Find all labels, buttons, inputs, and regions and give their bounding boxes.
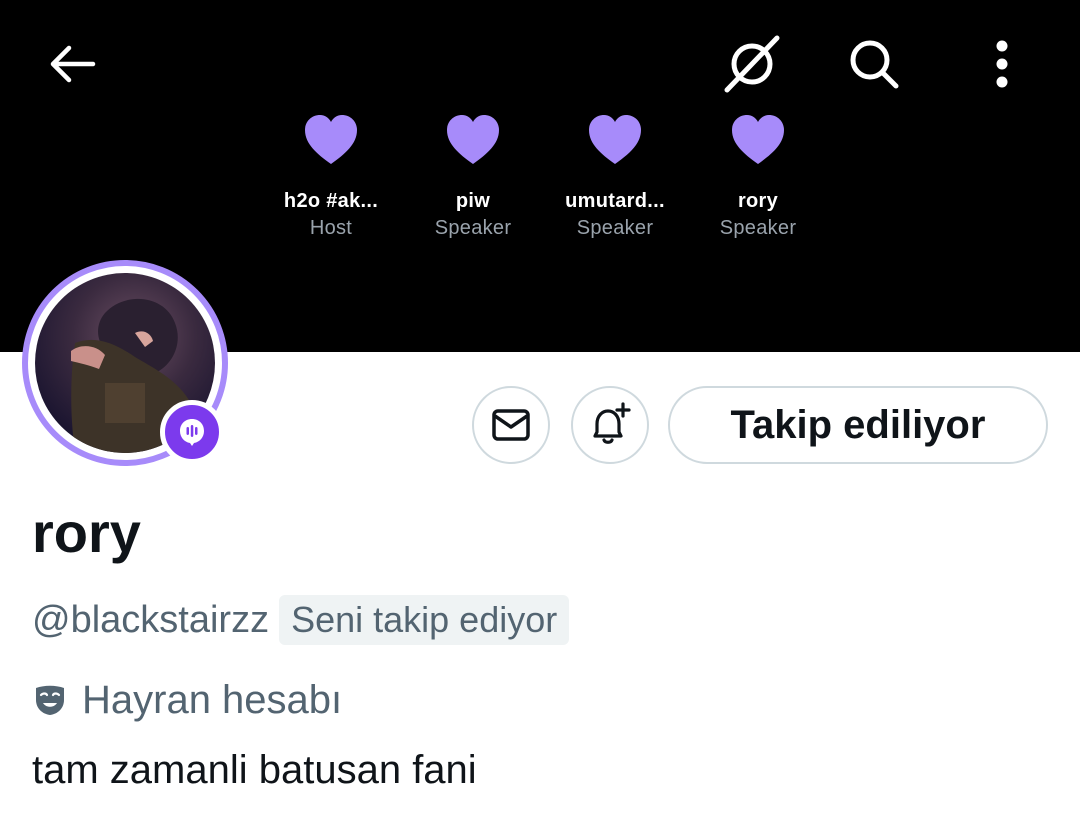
account-label-text: Hayran hesabı <box>82 677 343 722</box>
participant-role: Speaker <box>434 217 512 239</box>
more-options-button[interactable] <box>976 32 1028 96</box>
space-live-badge[interactable] <box>160 400 224 464</box>
participant-name: piw <box>455 190 491 212</box>
following-button[interactable]: Takip ediliyor <box>668 386 1048 464</box>
space-participants: h2o #ak... Host piw Speaker umutard... S… <box>0 110 1080 250</box>
envelope-icon <box>492 409 530 441</box>
participant-name: h2o #ak... <box>283 190 379 212</box>
bio: tam zamanli batusan fani <box>32 748 477 792</box>
participant-role: Host <box>309 217 353 239</box>
handle-row: @blackstairzz Seni takip ediyor <box>32 592 570 648</box>
heart-icon <box>447 115 499 164</box>
space-listening-button[interactable] <box>718 30 786 96</box>
heart-icon <box>589 115 641 164</box>
username-handle: @blackstairzz <box>32 598 270 641</box>
participant-name: rory <box>737 190 779 212</box>
participant-speaker[interactable]: umutard... Speaker <box>550 110 680 240</box>
more-vertical-icon <box>996 40 1008 88</box>
heart-icon <box>305 115 357 164</box>
back-button[interactable] <box>40 34 104 94</box>
participant-speaker[interactable]: piw Speaker <box>408 110 538 240</box>
microphone-bubble-icon <box>180 419 204 446</box>
no-space-icon <box>724 35 780 93</box>
follows-you-badge: Seni takip ediyor <box>279 595 570 645</box>
participant-role: Speaker <box>576 217 654 239</box>
bell-plus-icon <box>593 402 631 444</box>
theater-mask-icon <box>36 685 64 715</box>
search-button[interactable] <box>842 32 906 96</box>
search-icon <box>850 40 899 89</box>
arrow-left-icon <box>50 45 96 83</box>
account-label: Hayran hesabı <box>32 672 342 728</box>
display-name: rory <box>32 501 141 564</box>
participant-host[interactable]: h2o #ak... Host <box>266 110 396 240</box>
heart-icon <box>732 115 784 164</box>
participant-role: Speaker <box>719 217 797 239</box>
notifications-button[interactable] <box>571 386 649 464</box>
participant-name: umutard... <box>565 190 665 212</box>
participant-speaker[interactable]: rory Speaker <box>693 110 823 240</box>
message-button[interactable] <box>472 386 550 464</box>
